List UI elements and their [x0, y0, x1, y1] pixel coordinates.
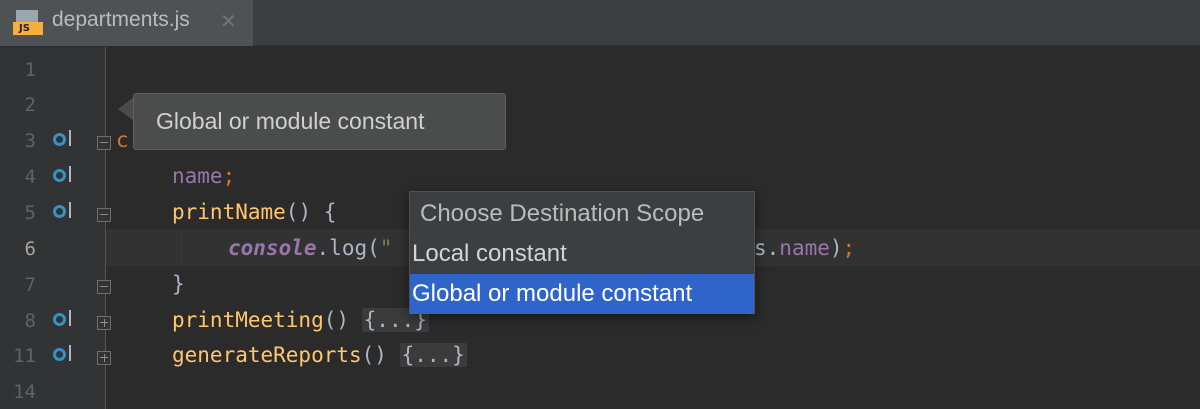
fold-collapse-icon[interactable] — [97, 136, 111, 150]
fold-collapse-icon[interactable] — [97, 208, 111, 222]
line-number: 2 — [24, 94, 36, 116]
overridden-method-icon[interactable] — [52, 345, 78, 367]
editor-tab-bar: JS departments.js ✕ — [0, 0, 1200, 46]
code-line-3[interactable]: c — [116, 128, 129, 152]
code-line-6[interactable]: console.log(" — [228, 236, 392, 260]
line-number: 4 — [24, 166, 36, 188]
line-number: 1 — [24, 59, 36, 81]
code-line-7[interactable]: } — [172, 272, 185, 296]
tooltip-text: Global or module constant — [156, 108, 425, 134]
overridden-method-icon[interactable] — [52, 202, 78, 224]
fold-expand-icon[interactable] — [97, 316, 111, 330]
javascript-file-icon: JS — [13, 10, 43, 36]
folded-region[interactable]: {...} — [399, 343, 467, 367]
popup-title: Choose Destination Scope — [420, 200, 705, 227]
popup-item-global-constant[interactable]: Global or module constant — [410, 274, 754, 314]
code-line-8[interactable]: printMeeting() {...} — [172, 308, 429, 332]
code-line-6-tail[interactable]: s.name); — [754, 236, 855, 260]
code-line-4[interactable]: name; — [172, 164, 235, 188]
tab-title: departments.js — [52, 8, 190, 31]
destination-scope-popup: Choose Destination Scope Local constant … — [409, 191, 755, 314]
close-icon[interactable]: ✕ — [220, 9, 237, 33]
line-number: 3 — [24, 130, 36, 152]
scope-tooltip: Global or module constant — [133, 93, 506, 150]
line-number: 14 — [13, 381, 36, 403]
overridden-method-icon[interactable] — [52, 166, 78, 188]
fold-expand-icon[interactable] — [97, 351, 111, 365]
tooltip-arrow — [118, 97, 134, 121]
tab-departments-js[interactable]: JS departments.js ✕ — [0, 0, 253, 46]
line-number-current: 6 — [24, 238, 36, 260]
indent-guide — [181, 232, 182, 266]
overridden-method-icon[interactable] — [52, 310, 78, 332]
code-line-11[interactable]: generateReports() {...} — [172, 343, 467, 367]
line-number: 11 — [13, 345, 36, 367]
line-number: 7 — [24, 274, 36, 296]
overridden-method-icon[interactable] — [52, 130, 78, 152]
line-number: 8 — [24, 310, 36, 332]
line-number: 5 — [24, 202, 36, 224]
code-line-5[interactable]: printName() { — [172, 200, 336, 224]
popup-item-local-constant[interactable]: Local constant — [410, 234, 754, 274]
fold-end-icon[interactable] — [97, 280, 111, 294]
